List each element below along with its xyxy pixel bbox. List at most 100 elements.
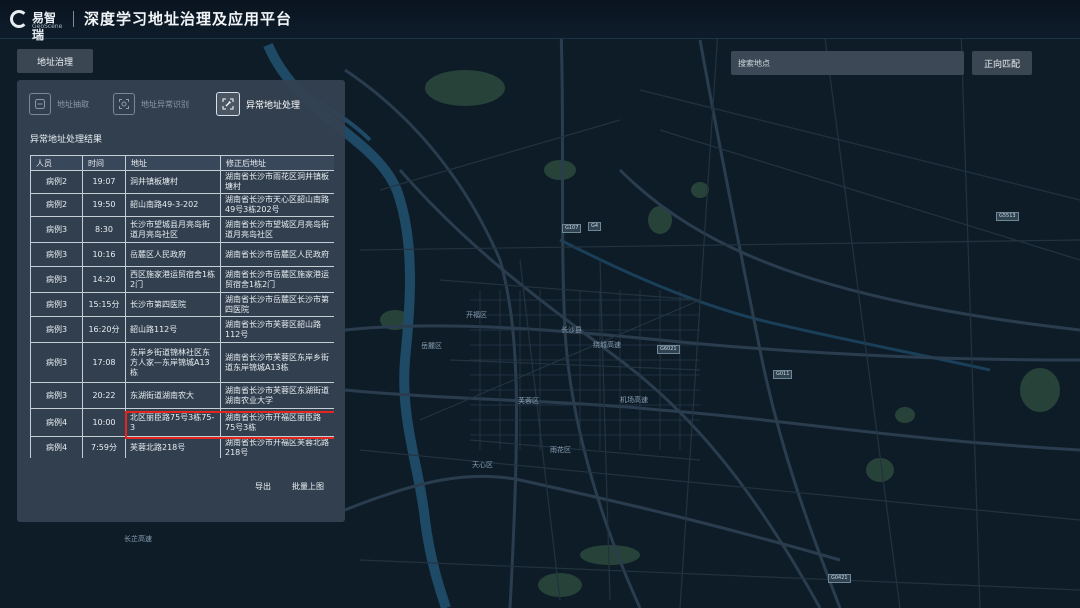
table-row[interactable]: 病例3 10:16 岳麓区人民政府 湖南省长沙市岳麓区人民政府 [30,242,334,267]
cell-corrected: 湖南省长沙市岳麓区人民政府 [220,242,334,267]
cell-person: 病例3 [30,266,83,293]
app-header: 易智瑞 GeoScene 深度学习地址治理及应用平台 [0,0,1080,42]
road-shield-g0421: G0421 [828,574,851,583]
road-label-ring: 绕城高速 [593,341,621,349]
results-title: 异常地址处理结果 [30,135,103,145]
cell-time: 14:20 [82,266,126,293]
cell-corrected: 湖南省长沙市芙蓉区东岸乡街道东岸锦城A13栋 [220,342,334,383]
table-row[interactable]: 病例3 15:15分 长沙市第四医院 湖南省长沙市岳麓区长沙市第四医院 [30,292,334,317]
tab-label: 地址抽取 [57,99,89,109]
cell-person: 病例3 [30,342,83,383]
cell-person: 病例4 [30,436,83,458]
cell-address: 韶山路112号 [125,316,221,343]
search-input[interactable]: 搜索地点 [731,51,964,75]
cell-person: 病例4 [30,408,83,437]
tab-address-extract[interactable]: 地址抽取 [29,91,89,117]
cell-person: 病例2 [30,193,83,217]
table-header-row: 人员 时间 地址 修正后地址 [30,155,334,171]
tab-label: 地址异常识别 [141,99,189,109]
road-shield-g6021: G6021 [657,345,680,354]
cell-corrected: 湖南省长沙市雨花区洞井镇板塘村 [220,170,334,194]
panel-tabs: 地址抽取 地址异常识别 异常地址处理 [29,91,329,117]
tab-label: 异常地址处理 [246,100,301,111]
cell-time: 16:20分 [82,316,126,343]
cell-corrected: 湖南省长沙市开福区丽臣路75号3栋 [220,408,334,437]
cell-person: 病例3 [30,242,83,267]
table-row[interactable]: 病例3 16:20分 韶山路112号 湖南省长沙市芙蓉区韶山路112号 [30,316,334,343]
map-label-yuelu: 岳麓区 [421,342,442,350]
cell-address: 北区丽臣路75号3栋75-3 [125,408,221,437]
cell-corrected: 湖南省长沙市天心区韶山南路49号3栋202号 [220,193,334,217]
table-row[interactable]: 病例3 8:30 长沙市望城县月亮岛街道月亮岛社区 湖南省长沙市望城区月亮岛街道月亮岛… [30,216,334,243]
road-label-airport: 机场高速 [620,396,648,404]
logo-icon [10,10,28,28]
table-row[interactable]: 病例4 7:59分 芙蓉北路218号 湖南省长沙市开福区芙蓉北路218号 [30,436,334,458]
cell-time: 10:00 [82,408,126,437]
road-shield-g5513: G5513 [996,212,1019,221]
anomaly-detect-icon [113,93,135,115]
road-label-changzhi: 长芷高速 [124,535,152,543]
cell-time: 8:30 [82,216,126,243]
results-table[interactable]: 人员 时间 地址 修正后地址 病例2 19:07 洞井镇板塘村 湖南省长沙市雨花区洞井… [30,155,334,458]
road-shield-g107: G107 [562,224,582,233]
address-panel: 地址抽取 地址异常识别 异常地址处理 异常地址处理结果 人员 时间 地址 修正后… [17,80,345,522]
cell-corrected: 湖南省长沙市岳麓区施家港运贸宿舍1栋2门 [220,266,334,293]
cell-time: 19:07 [82,170,126,194]
cell-address: 洞井镇板塘村 [125,170,221,194]
batch-map-button[interactable]: 批量上图 [292,481,324,492]
cell-corrected: 湖南省长沙市开福区芙蓉北路218号 [220,436,334,458]
map-label-yuhua: 雨花区 [550,446,571,454]
cell-corrected: 湖南省长沙市岳麓区长沙市第四医院 [220,292,334,317]
cell-time: 17:08 [82,342,126,383]
cell-time: 20:22 [82,382,126,409]
app-title: 深度学习地址治理及应用平台 [84,10,293,28]
cell-address: 长沙市第四医院 [125,292,221,317]
cell-address: 东岸乡街道锦林社区东方人家—东岸锦城A13栋 [125,342,221,383]
column-header-corrected: 修正后地址 [220,155,334,171]
table-row[interactable]: 病例3 14:20 西区施家港运贸宿舍1栋2门 湖南省长沙市岳麓区施家港运贸宿舍1栋2… [30,266,334,293]
cell-address: 长沙市望城县月亮岛街道月亮岛社区 [125,216,221,243]
export-button[interactable]: 导出 [255,481,271,492]
cell-person: 病例3 [30,216,83,243]
tab-anomaly-detect[interactable]: 地址异常识别 [113,91,189,117]
cell-corrected: 湖南省长沙市芙蓉区韶山路112号 [220,316,334,343]
address-governance-button[interactable]: 地址治理 [17,49,93,73]
table-row[interactable]: 病例3 20:22 东湖街道湖南农大 湖南省长沙市芙蓉区东湖街道湖南农业大学 [30,382,334,409]
cell-address: 西区施家港运贸宿舍1栋2门 [125,266,221,293]
cell-person: 病例3 [30,382,83,409]
column-header-address: 地址 [125,155,221,171]
cell-address: 芙蓉北路218号 [125,436,221,458]
map-label-furong: 芙蓉区 [518,397,539,405]
title-divider [73,11,74,27]
cell-time: 15:15分 [82,292,126,317]
cell-corrected: 湖南省长沙市望城区月亮岛街道月亮岛社区 [220,216,334,243]
road-shield-g4: G4 [588,222,602,231]
road-shield-g011: G011 [773,370,793,379]
column-header-person: 人员 [30,155,83,171]
tab-address-fix[interactable]: 异常地址处理 [216,91,300,117]
table-row[interactable]: 病例3 17:08 东岸乡街道锦林社区东方人家—东岸锦城A13栋 湖南省长沙市芙蓉区东… [30,342,334,383]
search-placeholder: 搜索地点 [738,58,770,68]
map-label-kaifu: 开福区 [466,311,487,319]
address-fix-icon [216,92,240,116]
address-extract-icon [29,93,51,115]
cell-corrected: 湖南省长沙市芙蓉区东湖街道湖南农业大学 [220,382,334,409]
map-label-tianxin: 天心区 [472,461,493,469]
table-row[interactable]: 病例4 10:00 北区丽臣路75号3栋75-3 湖南省长沙市开福区丽臣路75号3栋 [30,408,334,437]
cell-time: 19:50 [82,193,126,217]
cell-person: 病例3 [30,316,83,343]
table-row[interactable]: 病例2 19:50 韶山南路49-3-202 湖南省长沙市天心区韶山南路49号3栋20… [30,193,334,217]
column-header-time: 时间 [82,155,126,171]
cell-person: 病例3 [30,292,83,317]
map-label-changsha: 长沙县 [561,326,582,334]
forward-match-button[interactable]: 正向匹配 [972,51,1032,75]
cell-time: 10:16 [82,242,126,267]
cell-address: 东湖街道湖南农大 [125,382,221,409]
cell-address: 岳麓区人民政府 [125,242,221,267]
cell-person: 病例2 [30,170,83,194]
logo-subtext: GeoScene [32,23,63,30]
cell-time: 7:59分 [82,436,126,458]
app-logo: 易智瑞 GeoScene [10,8,64,42]
table-row[interactable]: 病例2 19:07 洞井镇板塘村 湖南省长沙市雨花区洞井镇板塘村 [30,170,334,194]
cell-address: 韶山南路49-3-202 [125,193,221,217]
